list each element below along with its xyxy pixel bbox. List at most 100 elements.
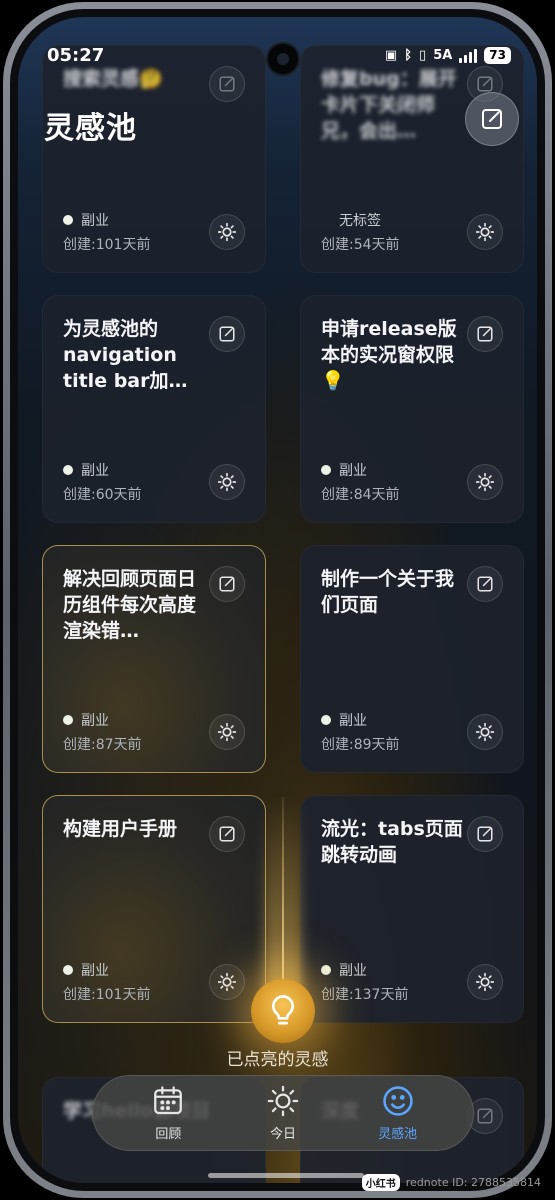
light-up-button[interactable] <box>467 964 503 1000</box>
edit-icon <box>219 576 235 592</box>
watermark-logo: 小红书 <box>361 1174 400 1191</box>
tag-dot <box>63 215 73 225</box>
home-indicator[interactable] <box>208 1173 364 1178</box>
sun-icon <box>217 722 237 742</box>
idea-card[interactable]: 搜索灵感🤔 副业 创建:101天前 <box>42 45 266 273</box>
light-up-button[interactable] <box>467 714 503 750</box>
card-edit-button[interactable] <box>467 566 503 602</box>
tag-label: 副业 <box>81 213 109 229</box>
idea-card[interactable]: 申请release版本的实况窗权限💡 副业 创建:84天前 <box>300 295 524 523</box>
card-created-date: 创建:54天前 <box>321 237 400 253</box>
card-title: 搜索灵感🤔 <box>63 68 163 90</box>
edit-icon <box>477 76 493 92</box>
card-edit-button[interactable] <box>467 316 503 352</box>
tab-label: 灵感池 <box>378 1127 418 1142</box>
bluetooth-icon: ᛒ <box>404 48 413 63</box>
tag-dot <box>63 965 73 975</box>
watermark-text: rednote ID: 2788535814 <box>405 1176 541 1189</box>
card-tag: 副业 <box>321 960 367 980</box>
card-created-date: 创建:89天前 <box>321 737 400 753</box>
light-up-button[interactable] <box>209 714 245 750</box>
card-title: 修复bug：展开卡片下关闭师兄，会出… <box>321 68 457 142</box>
light-up-button[interactable] <box>209 464 245 500</box>
card-created-date: 创建:137天前 <box>321 987 409 1003</box>
sun-icon <box>267 1085 299 1117</box>
card-edit-button[interactable] <box>209 316 245 352</box>
signal-icon <box>459 48 478 63</box>
tag-dot <box>321 215 331 225</box>
idea-card[interactable]: 流光：tabs页面跳转动画 副业 创建:137天前 <box>300 795 524 1023</box>
card-title: 流光：tabs页面跳转动画 <box>321 818 463 866</box>
sun-icon <box>217 972 237 992</box>
sun-icon <box>475 972 495 992</box>
lightbulb-icon <box>272 995 294 1025</box>
lit-ideas-label: 已点亮的灵感 <box>226 1050 329 1070</box>
card-tag: 副业 <box>63 460 109 480</box>
app-screen: 05:27 ▣ ᛒ ▯ 5A 73 灵感池 搜索灵感🤔 副业 创建:101天前 … <box>18 17 537 1183</box>
card-title: 为灵感池的navigation title bar加… <box>63 318 188 392</box>
light-up-button[interactable] <box>209 214 245 250</box>
battery-badge: 73 <box>484 47 511 64</box>
lit-ideas-bulb-button[interactable] <box>251 979 315 1043</box>
bottom-tab-bar: 回顾 今日 灵感池 <box>92 1075 474 1151</box>
idea-card[interactable]: 制作一个关于我们页面 副业 创建:89天前 <box>300 545 524 773</box>
sun-icon <box>475 722 495 742</box>
smile-icon <box>382 1086 413 1116</box>
sun-icon <box>217 222 237 242</box>
card-edit-button[interactable] <box>209 816 245 852</box>
card-created-date: 创建:84天前 <box>321 487 400 503</box>
phone-bezel: 05:27 ▣ ᛒ ▯ 5A 73 灵感池 搜索灵感🤔 副业 创建:101天前 … <box>10 9 545 1191</box>
light-up-button[interactable] <box>467 214 503 250</box>
card-created-date: 创建:60天前 <box>63 487 142 503</box>
tag-label: 副业 <box>81 713 109 729</box>
tag-label: 无标签 <box>339 213 381 229</box>
idea-card[interactable]: 修复bug：展开卡片下关闭师兄，会出… 无标签 创建:54天前 <box>300 45 524 273</box>
idea-card-lit[interactable]: 解决回顾页面日历组件每次高度渲染错… 副业 创建:87天前 <box>42 545 266 773</box>
tag-label: 副业 <box>81 463 109 479</box>
tab-label: 今日 <box>269 1127 296 1142</box>
light-up-button[interactable] <box>209 964 245 1000</box>
status-time: 05:27 <box>47 45 105 66</box>
card-tag: 无标签 <box>321 210 381 230</box>
edit-icon <box>477 826 493 842</box>
edit-icon <box>219 326 235 342</box>
card-tag: 副业 <box>321 710 367 730</box>
card-title: 解决回顾页面日历组件每次高度渲染错… <box>63 568 197 642</box>
card-created-date: 创建:87天前 <box>63 737 142 753</box>
tab-inspiration-pool[interactable]: 灵感池 <box>353 1084 443 1142</box>
tag-dot <box>321 465 331 475</box>
card-tag: 副业 <box>321 460 367 480</box>
tab-review[interactable]: 回顾 <box>123 1084 213 1142</box>
edit-icon <box>477 1108 493 1124</box>
tag-label: 副业 <box>81 963 109 979</box>
tag-dot <box>321 965 331 975</box>
phone-frame: 05:27 ▣ ᛒ ▯ 5A 73 灵感池 搜索灵感🤔 副业 创建:101天前 … <box>3 2 552 1198</box>
sun-icon <box>475 222 495 242</box>
front-camera <box>268 44 298 74</box>
idea-card-lit[interactable]: 构建用户手册 副业 创建:101天前 <box>42 795 266 1023</box>
card-edit-button[interactable] <box>209 66 245 102</box>
calendar-icon <box>154 1086 183 1115</box>
card-tag: 副业 <box>63 710 109 730</box>
network-label: 5A <box>433 48 453 63</box>
tag-dot <box>63 715 73 725</box>
tag-label: 副业 <box>339 463 367 479</box>
vibrate-icon: ▯ <box>419 48 427 63</box>
edit-icon <box>219 76 235 92</box>
card-tag: 副业 <box>63 960 109 980</box>
card-title: 申请release版本的实况窗权限💡 <box>321 318 457 392</box>
edit-icon <box>219 826 235 842</box>
card-created-date: 创建:101天前 <box>63 237 151 253</box>
card-tag: 副业 <box>63 210 109 230</box>
card-edit-button[interactable] <box>467 816 503 852</box>
tab-today[interactable]: 今日 <box>238 1084 328 1142</box>
sun-icon <box>217 472 237 492</box>
light-up-button[interactable] <box>467 464 503 500</box>
new-idea-button[interactable] <box>465 92 519 146</box>
watermark: 小红书 rednote ID: 2788535814 <box>361 1174 541 1191</box>
idea-card[interactable]: 为灵感池的navigation title bar加… 副业 创建:60天前 <box>42 295 266 523</box>
compose-icon <box>482 109 502 129</box>
card-edit-button[interactable] <box>209 566 245 602</box>
status-icons: ▣ ᛒ ▯ 5A 73 <box>385 47 511 64</box>
light-beam-line <box>282 797 284 997</box>
